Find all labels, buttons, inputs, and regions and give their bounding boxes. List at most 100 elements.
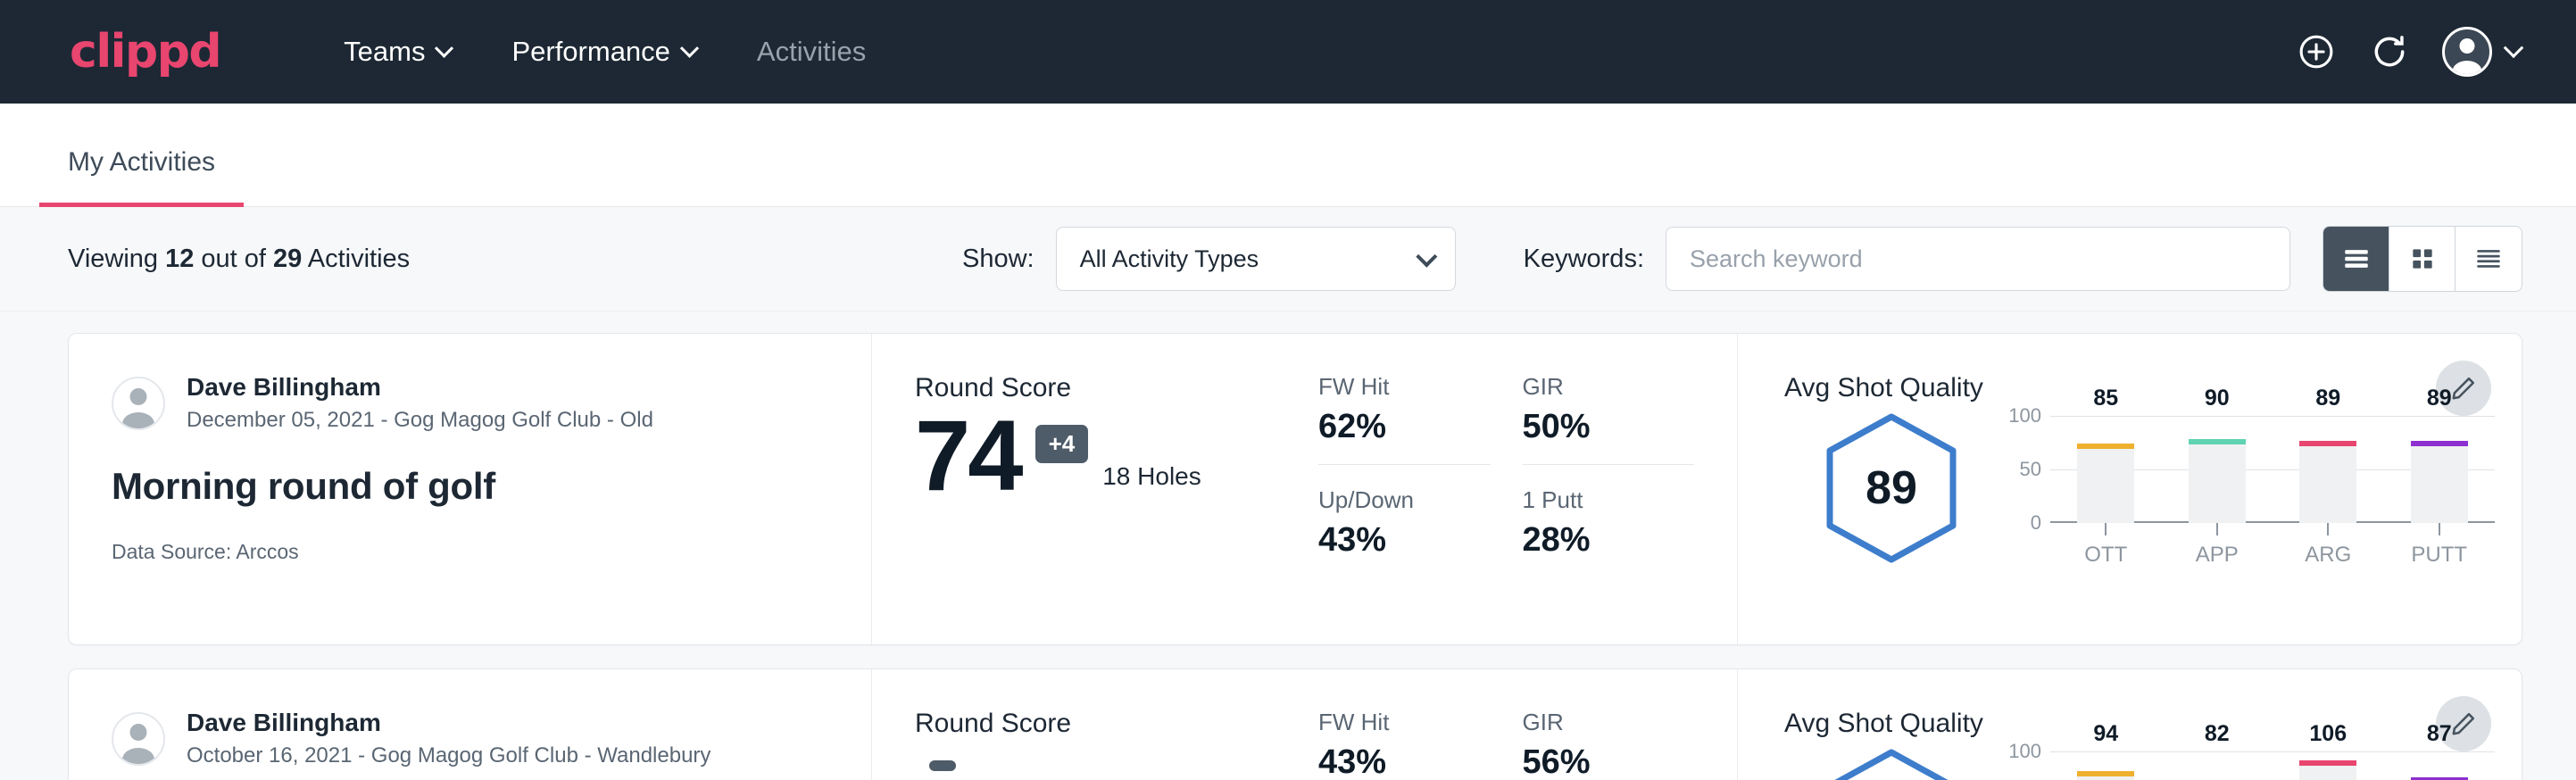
chevron-down-icon [1416, 245, 1437, 267]
bar-putt [2411, 441, 2468, 523]
activity-user-row: Dave Billingham October 16, 2021 - Gog M… [112, 707, 828, 770]
activity-meta: December 05, 2021 - Gog Magog Golf Club … [187, 406, 653, 435]
stat-one-putt-value: 28% [1523, 521, 1695, 560]
view-mode-toggle-group [2323, 226, 2522, 292]
bar-column-app: 82 [2189, 751, 2246, 780]
bar-value-ott: 85 [2093, 386, 2118, 444]
shot-quality-value: 89 [1824, 412, 1959, 564]
view-mode-grid-button[interactable] [2389, 227, 2456, 291]
stat-up-down: Up/Down 43% [1318, 486, 1491, 577]
bar-column-arg: 106 [2299, 751, 2356, 780]
holes-label: 18 Holes [1102, 462, 1201, 491]
search-input[interactable] [1666, 227, 2290, 291]
filter-toolbar: Viewing 12 out of 29 Activities Show: Al… [0, 207, 2576, 311]
clippd-logo[interactable]: clippd [70, 29, 220, 75]
chevron-down-icon [2504, 37, 2524, 58]
activity-title: Morning round of golf [112, 465, 828, 508]
add-activity-button[interactable] [2296, 31, 2337, 72]
activity-meta: October 16, 2021 - Gog Magog Golf Club -… [187, 742, 710, 770]
avg-shot-quality-body: 89 100 50 0 [1784, 407, 2522, 568]
round-score-box [915, 744, 1318, 771]
round-score-label: Round Score [915, 709, 1318, 739]
chart-x-axis: OTT APP ARG PUTT [2050, 523, 2495, 568]
y-tick-100: 100 [2008, 740, 2041, 763]
nav-item-teams[interactable]: Teams [313, 36, 481, 68]
bar-value-ott: 94 [2093, 721, 2118, 771]
bar-ott [2077, 444, 2134, 523]
stat-fw-hit: FW Hit 62% [1318, 373, 1491, 465]
x-tick-ott: OTT [2077, 523, 2134, 568]
bar-value-app: 82 [2205, 721, 2230, 780]
activity-card[interactable]: Dave Billingham December 05, 2021 - Gog … [68, 333, 2522, 645]
stat-gir-label: GIR [1523, 709, 1695, 736]
nav-item-performance[interactable]: Performance [481, 36, 726, 68]
chevron-down-icon [680, 38, 699, 57]
avatar [112, 712, 165, 766]
avg-shot-quality-label: Avg Shot Quality [1784, 709, 2522, 739]
bar-column-putt: 87 [2411, 751, 2468, 780]
tab-my-activities[interactable]: My Activities [39, 147, 244, 207]
activity-summary-column: Dave Billingham December 05, 2021 - Gog … [69, 334, 872, 644]
stat-fw-hit: FW Hit 43% [1318, 709, 1491, 780]
shot-quality-value [1824, 748, 1959, 780]
nav-item-activities[interactable]: Activities [727, 36, 896, 68]
bar-arg [2299, 441, 2356, 523]
bar-app [2189, 439, 2246, 523]
round-stats-column: FW Hit 43% GIR 56% Up/Down 1 Putt [1318, 669, 1738, 780]
round-score-value: 74 [915, 409, 1021, 503]
x-tick-arg: ARG [2299, 523, 2356, 568]
account-menu-button[interactable] [2442, 27, 2521, 77]
nav-item-teams-label: Teams [344, 36, 425, 68]
activity-type-select[interactable]: All Activity Types [1056, 227, 1456, 291]
page-tabs: My Activities [0, 104, 2576, 207]
viewing-total: 29 [273, 245, 302, 273]
round-score-column: Round Score [872, 669, 1318, 780]
shot-quality-bar-chart: 100 50 0 85 [1998, 407, 2522, 568]
activity-card[interactable]: Dave Billingham October 16, 2021 - Gog M… [68, 668, 2522, 780]
refresh-button[interactable] [2369, 31, 2410, 72]
bar-value-app: 90 [2205, 386, 2230, 439]
view-mode-compact-button[interactable] [2456, 227, 2522, 291]
avg-shot-quality-column: Avg Shot Quality 89 100 50 [1738, 334, 2522, 644]
bar-column-ott: 94 [2077, 751, 2134, 780]
score-to-par-badge [929, 760, 956, 771]
bar-value-putt: 89 [2427, 386, 2452, 441]
round-score-label: Round Score [915, 373, 1318, 403]
bar-ott [2077, 771, 2134, 780]
bar-value-putt: 87 [2427, 721, 2452, 777]
avg-shot-quality-column: Avg Shot Quality 100 50 [1738, 669, 2522, 780]
keywords-label: Keywords: [1524, 245, 1644, 274]
viewing-prefix: Viewing [68, 245, 165, 273]
activity-type-select-value: All Activity Types [1080, 245, 1259, 273]
avg-shot-quality-label: Avg Shot Quality [1784, 373, 2522, 403]
show-label: Show: [962, 245, 1035, 274]
stat-gir: GIR 50% [1523, 373, 1695, 465]
bar-column-ott: 85 [2077, 416, 2134, 523]
round-stats-column: FW Hit 62% GIR 50% Up/Down 43% 1 Putt 28… [1318, 334, 1738, 644]
activity-card-list: Dave Billingham December 05, 2021 - Gog … [0, 311, 2576, 780]
user-avatar-icon [2442, 27, 2492, 77]
shot-quality-hexagon: 89 [1824, 412, 1959, 564]
shot-quality-bar-chart: 100 50 0 94 [1998, 743, 2522, 780]
shot-quality-hexagon-wrap [1784, 743, 1998, 780]
y-tick-0: 0 [2031, 511, 2041, 535]
shot-quality-hexagon [1824, 748, 1959, 780]
chart-plot-area: 85 90 89 89 [2050, 416, 2495, 523]
main-nav-links: Teams Performance Activities [313, 36, 896, 68]
bar-value-arg: 89 [2315, 386, 2340, 441]
nav-right-actions [2296, 27, 2521, 77]
view-mode-list-button[interactable] [2323, 227, 2389, 291]
activity-user-row: Dave Billingham December 05, 2021 - Gog … [112, 371, 828, 435]
stat-fw-hit-label: FW Hit [1318, 373, 1491, 401]
bar-arg [2299, 760, 2356, 780]
avatar [112, 377, 165, 430]
stat-up-down-label: Up/Down [1318, 486, 1491, 514]
x-tick-app: APP [2189, 523, 2246, 568]
chevron-down-icon [435, 38, 453, 57]
stat-one-putt-label: 1 Putt [1523, 486, 1695, 514]
activity-user-name: Dave Billingham [187, 371, 653, 402]
avg-shot-quality-body: 100 50 0 94 [1784, 743, 2522, 780]
x-tick-putt: PUTT [2411, 523, 2468, 568]
activity-user-name: Dave Billingham [187, 707, 710, 738]
chart-y-axis: 100 50 0 [1998, 751, 2050, 780]
